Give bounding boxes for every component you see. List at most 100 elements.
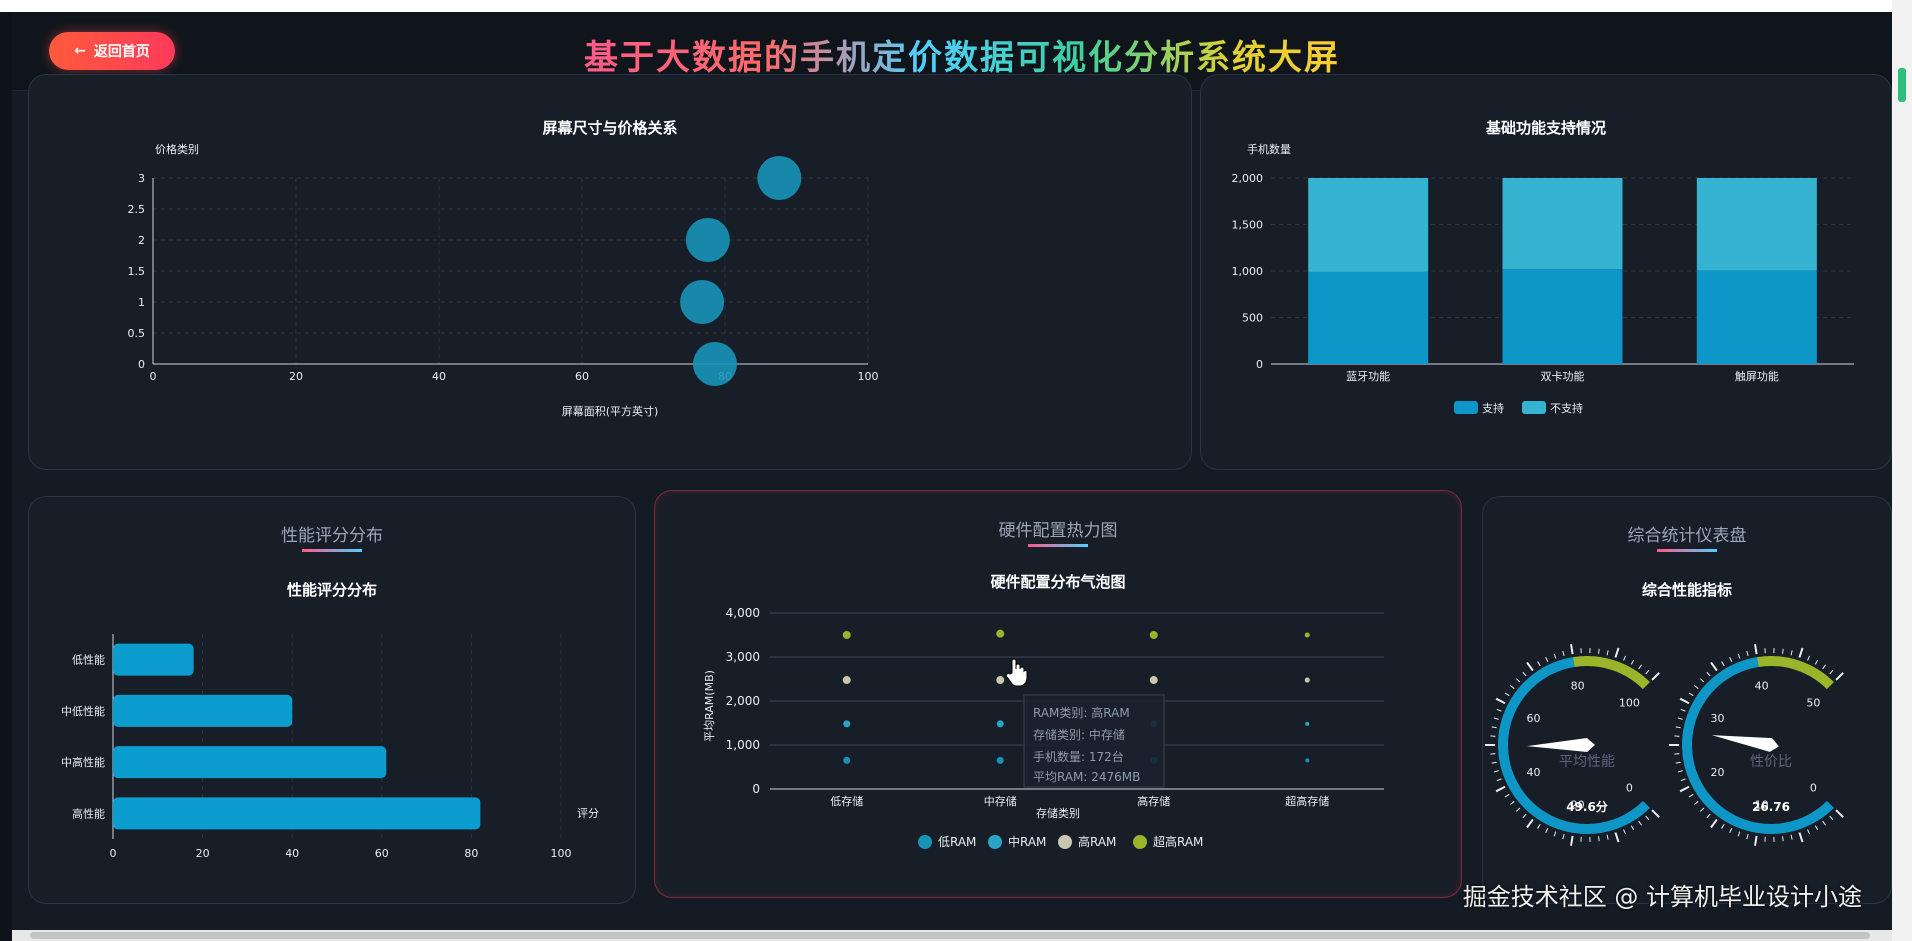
gauge-tick <box>1651 809 1660 818</box>
gauge-tick <box>1562 650 1565 657</box>
gauge-tick <box>1562 833 1565 840</box>
bubble-point <box>996 720 1004 728</box>
performance-panel: 性能评分分布 性能评分分布 0 20 40 60 80 100 低性能 中低性能 中高性能 高性能… <box>28 496 636 904</box>
gauge-tick <box>1782 836 1784 842</box>
gauge-tick <box>1570 644 1574 655</box>
gauge-scale-label: 80 <box>1571 680 1585 693</box>
gauge-tick <box>1570 835 1574 846</box>
page-title: 基于大数据的手机定价数据可视化分析系统大屏 <box>572 30 1352 79</box>
gauge-tick <box>1504 692 1510 697</box>
gauge-tick <box>1699 807 1705 812</box>
bubble-point <box>843 756 851 764</box>
y-tick-label: 0 <box>752 782 760 796</box>
gauge-tick <box>1504 793 1510 798</box>
gauge-tick <box>1790 834 1793 840</box>
performance-x-axis-label: 评分 <box>577 807 599 820</box>
gauge-tick <box>1814 825 1819 831</box>
gauge-tick <box>1491 726 1497 729</box>
gauge-tick <box>1553 653 1557 659</box>
scrollbar-thumb[interactable] <box>30 932 1870 939</box>
gauge-tick <box>1675 761 1681 764</box>
y-tick-label: 1,000 <box>726 738 760 752</box>
bubble-point <box>843 720 851 728</box>
gauge-scale-label: 50 <box>1806 697 1820 710</box>
tooltip-line: RAM类别: 高RAM <box>1033 705 1130 720</box>
gauge-tick <box>1491 761 1497 764</box>
back-home-label: 返回首页 <box>93 44 150 60</box>
gauge-needle-icon <box>1527 738 1595 752</box>
heatmap-x-axis-label: 存储类别 <box>1036 806 1080 820</box>
gauge-needle-icon <box>1711 735 1779 752</box>
gauge-tick <box>1679 697 1690 705</box>
scatter-point <box>757 156 802 200</box>
x-tick-label: 60 <box>375 847 389 860</box>
gauge-tick <box>1688 692 1694 697</box>
horizontal-scrollbar[interactable] <box>12 930 1892 941</box>
scatter-chart: 00.511.522.53020406080100 价格类别 屏幕面积(平方英寸… <box>128 142 879 418</box>
gauge-tick <box>1829 815 1834 821</box>
gauge-scale-label: 60 <box>1527 712 1541 725</box>
gauge-panel: 综合统计仪表盘 综合性能指标 0 20 40 60 80 100 平均性能 49.6分 0 10 2… <box>1482 496 1892 904</box>
gauge-tick <box>1510 685 1515 690</box>
performance-chart: 0 20 40 60 80 100 低性能中低性能中高性能高性能 评分 <box>61 634 599 860</box>
gauge-tick <box>1614 832 1620 843</box>
legend-dot <box>918 835 932 849</box>
features-y-axis-label: 手机数量 <box>1247 142 1291 156</box>
dashboard: ← 返回首页 基于大数据的手机定价数据可视化分析系统大屏 屏幕尺寸与价格关系 0… <box>12 12 1892 930</box>
heatmap-chart: 0 1,000 2,000 3,000 4,000 低存储 中存储 高存储 超高存储低RAM 中R… <box>703 606 1384 849</box>
gauge-value: 26.76 <box>1752 800 1790 814</box>
legend-label: 高RAM <box>1078 834 1116 849</box>
gauge-tick <box>1807 829 1810 835</box>
bubble-point <box>996 629 1005 638</box>
gauge-tick <box>1694 685 1699 690</box>
scatter-point <box>692 342 737 386</box>
gauge-tick <box>1822 664 1826 670</box>
legend-label: 中RAM <box>1008 834 1046 849</box>
features-panel: 基础功能支持情况 0 500 1,000 1,500 2,000 蓝牙功能 双卡功能 触屏功能… <box>1200 74 1892 470</box>
y-tick-label: 2,000 <box>726 694 760 708</box>
gauge-scale-label: 40 <box>1755 680 1769 693</box>
gauge-tick <box>1515 807 1521 812</box>
gauge-tick <box>1630 825 1635 831</box>
gauge-tick <box>1798 647 1804 658</box>
bubble-point <box>842 631 851 639</box>
gauge-tick <box>1515 678 1521 683</box>
performance-bar <box>113 746 387 779</box>
gauge-tick <box>1496 778 1502 782</box>
x-tick-label: 100 <box>858 370 879 383</box>
gauge-tick <box>1688 793 1694 798</box>
tooltip-line: 手机数量: 172台 <box>1033 749 1124 764</box>
gauge-scale-label: 100 <box>1619 697 1640 710</box>
x-tick-label: 100 <box>551 847 572 860</box>
gauge-tick <box>1677 770 1683 773</box>
y-tick-label: 高性能 <box>72 806 105 820</box>
gauge-tick <box>1737 831 1741 837</box>
gauge-tick <box>1675 726 1681 729</box>
bubble-point <box>1304 632 1310 638</box>
legend-dot <box>1058 835 1072 849</box>
gauge-tick <box>1710 818 1718 829</box>
gauge-tick <box>1746 650 1749 657</box>
bubble-point <box>1305 721 1310 726</box>
gauge-tick <box>1526 661 1534 672</box>
features-chart: 0 500 1,000 1,500 2,000 蓝牙功能 双卡功能 触屏功能支持 不支持 手机数… <box>1232 142 1854 415</box>
bubble-point <box>1149 676 1158 685</box>
y-tick-label: 2 <box>138 234 145 247</box>
gauge-tick <box>1835 809 1844 818</box>
gauge-tick <box>1790 650 1793 656</box>
back-home-button[interactable]: ← 返回首页 <box>49 32 175 70</box>
gauge-tick <box>1835 672 1844 681</box>
gauge-tick <box>1694 800 1699 805</box>
gauge-tick <box>1545 828 1549 833</box>
gauge-tick <box>1623 655 1626 661</box>
gauge-tick <box>1495 697 1506 705</box>
x-tick-label: 双卡功能 <box>1541 369 1585 383</box>
gauge-tick <box>1522 671 1527 677</box>
x-tick-label: 20 <box>196 847 210 860</box>
legend-swatch <box>1454 401 1478 414</box>
x-tick-label: 触屏功能 <box>1735 369 1779 383</box>
x-tick-label: 80 <box>464 847 478 860</box>
gauge-tick <box>1553 831 1557 837</box>
x-tick-label: 40 <box>285 847 299 860</box>
scatter-point <box>685 218 730 262</box>
